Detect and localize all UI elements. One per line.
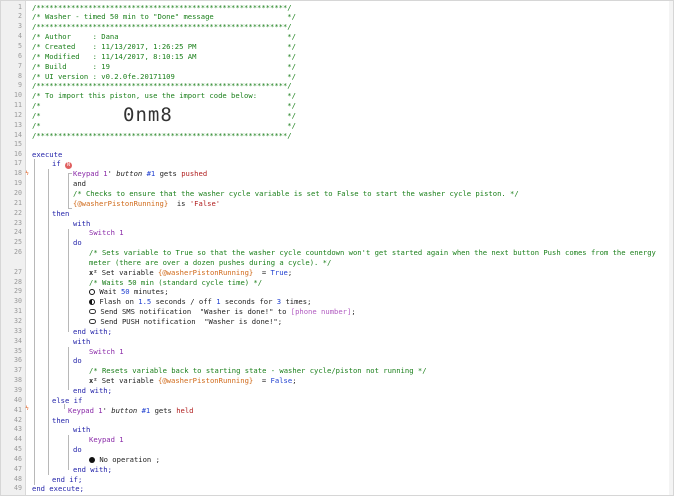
execute-guide: [34, 159, 35, 485]
trigger-icon: ϟ: [25, 170, 29, 177]
end-with-keyword: end with;: [73, 326, 112, 336]
if-keyword: if: [52, 159, 61, 169]
reset-comment: /* Resets variable back to starting stat…: [89, 366, 427, 376]
comment-line: /***************************************…: [32, 81, 292, 91]
variable-icon: x²: [89, 268, 98, 277]
comment-build: /* Build : 19 */: [32, 61, 296, 71]
with-guide: [68, 347, 69, 390]
then-keyword: then: [52, 415, 70, 425]
sms-action[interactable]: Send SMS notification "Washer is done!" …: [89, 307, 356, 317]
flash-action[interactable]: Flash on 1.5 seconds / off 1 seconds for…: [89, 297, 311, 307]
condition-variable[interactable]: {@washerPistonRunning} is 'False': [73, 199, 220, 209]
message-icon: [89, 309, 96, 315]
do-keyword: do: [73, 356, 82, 366]
piston-code: /***************************************…: [1, 1, 673, 495]
then-keyword: then: [52, 208, 70, 218]
comment-modified: /* Modified : 11/14/2017, 8:10:15 AM */: [32, 51, 296, 61]
action-comment-cont: meter (there are over a dozen pushes dur…: [89, 257, 332, 267]
conditions-guide: [68, 173, 69, 208]
with-keyword: with: [73, 218, 91, 228]
clock-icon: [89, 289, 95, 296]
execute-keyword: execute: [32, 149, 63, 159]
end-with-keyword: end with;: [73, 385, 112, 395]
message-icon: [89, 319, 96, 324]
condition-keypad-held[interactable]: Keypad 1' button #1 gets held: [68, 406, 194, 416]
no-operation-action[interactable]: No operation ;: [89, 455, 160, 465]
and-operator: and: [73, 179, 86, 189]
do-keyword: do: [73, 445, 82, 454]
else-if-keyword: else if: [52, 395, 83, 405]
wait-comment: /* Waits 50 min (standard cycle time) */: [89, 277, 263, 287]
with-keyword: with: [73, 336, 91, 346]
import-code: 0nm8: [123, 104, 173, 126]
restriction-badge-icon: N: [64, 162, 72, 170]
action-comment: /* Sets variable to True so that the was…: [89, 248, 656, 257]
code-editor: 1 2 3 4 5 6 7 8 9 10 11 12 13 14 15 16 17 18 19 20 21 22 23 24 2…: [0, 0, 674, 496]
if-guide: [48, 169, 49, 475]
with-guide: [68, 435, 69, 470]
do-keyword: do: [73, 238, 82, 248]
push-action[interactable]: Send PUSH notification "Washer is done!"…: [89, 317, 282, 327]
comment-line: /***************************************…: [32, 130, 292, 140]
comment-line: /***************************************…: [32, 2, 292, 12]
set-variable-false[interactable]: x² Set variable {@washerPistonRunning} =…: [89, 376, 297, 386]
wait-action[interactable]: Wait 50 minutes;: [89, 287, 169, 297]
end-execute-keyword: end execute;: [32, 484, 84, 494]
circle-icon: [89, 456, 95, 463]
end-if-keyword: end if;: [52, 474, 83, 484]
end-with-keyword: end with;: [73, 464, 112, 474]
comment-ui-version: /* UI version : v0.2.0fe.20171109 */: [32, 71, 296, 81]
toggle-icon: [89, 299, 95, 306]
vertical-scrollbar[interactable]: [669, 1, 673, 495]
condition-keypad-pushed[interactable]: Keypad 1' button #1 gets pushed: [73, 169, 207, 179]
comment-line: /***************************************…: [32, 22, 292, 32]
with-guide: [68, 229, 69, 332]
set-variable-true[interactable]: x² Set variable {@washerPistonRunning} =…: [89, 268, 292, 278]
device-switch[interactable]: Switch 1: [89, 228, 124, 238]
comment-created: /* Created : 11/13/2017, 1:26:25 PM */: [32, 41, 296, 51]
variable-icon: x²: [89, 377, 98, 386]
comment-author: /* Author : Dana */: [32, 32, 296, 42]
condition-comment: /* Checks to ensure that the washer cycl…: [73, 188, 519, 198]
device-keypad[interactable]: Keypad 1: [89, 435, 124, 445]
with-keyword: with: [73, 425, 91, 435]
trigger-icon: ϟ: [25, 405, 29, 412]
comment-import-hint: /* To import this piston, use the import…: [32, 91, 296, 101]
comment-title: /* Washer - timed 50 min to "Done" messa…: [32, 12, 296, 22]
device-switch[interactable]: Switch 1: [89, 347, 124, 357]
